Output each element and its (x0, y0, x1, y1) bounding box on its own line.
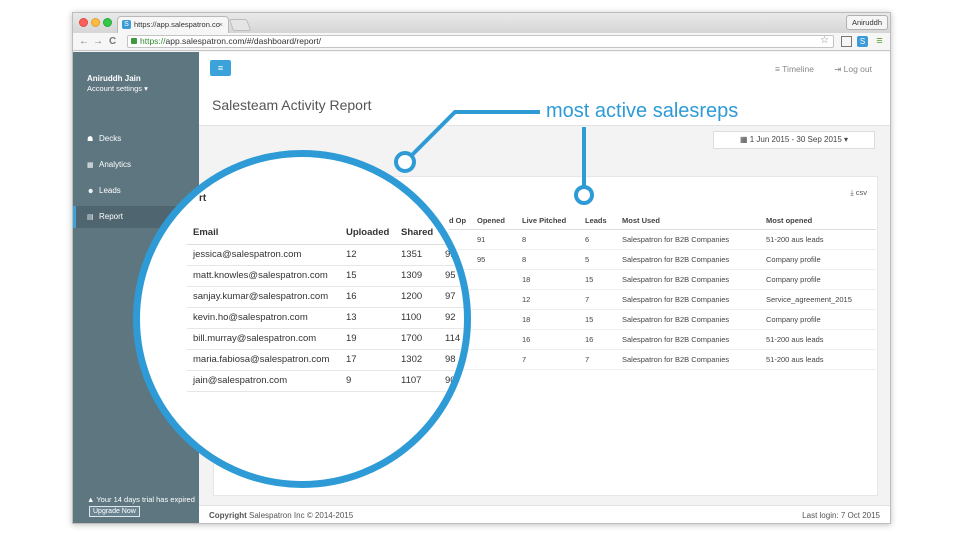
callout-label: most active salesreps (546, 100, 739, 122)
callout-dot-left (394, 151, 416, 173)
callout-line-left (403, 110, 540, 164)
callout-dot-right (574, 185, 594, 205)
callout-lines (394, 110, 594, 205)
